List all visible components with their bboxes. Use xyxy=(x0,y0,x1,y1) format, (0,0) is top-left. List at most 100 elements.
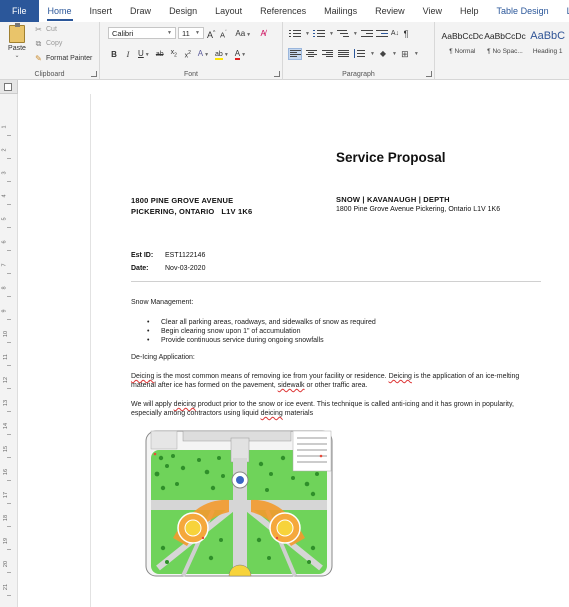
subscript-button[interactable]: x2 xyxy=(170,47,178,61)
list-item: • Clear all parking areas, roadways, and … xyxy=(147,319,376,326)
bold-button[interactable]: B xyxy=(110,49,118,61)
shading-icon[interactable]: ◆ xyxy=(379,48,387,60)
decrease-indent-icon[interactable] xyxy=(360,29,373,39)
italic-button[interactable]: I xyxy=(124,49,132,61)
est-id-value: EST1122146 xyxy=(165,252,206,259)
ruler-number: 6 xyxy=(1,240,8,244)
tab-help[interactable]: Help xyxy=(451,0,488,22)
tab-design[interactable]: Design xyxy=(160,0,206,22)
font-color-button[interactable]: A▼ xyxy=(234,48,246,61)
tab-layout[interactable]: Layout xyxy=(558,0,569,22)
ruler-tick xyxy=(7,250,11,251)
pilcrow-icon[interactable]: ¶ xyxy=(402,28,410,40)
style-sample: AaBbCcDc xyxy=(441,31,484,41)
clear-formatting-icon[interactable]: A̸ xyxy=(259,28,267,40)
font-name-dropdown[interactable]: Calibri ▼ xyxy=(108,27,176,39)
tab-insert[interactable]: Insert xyxy=(81,0,122,22)
underline-button[interactable]: U▼ xyxy=(138,48,150,61)
tab-view[interactable]: View xyxy=(414,0,451,22)
align-center-icon[interactable] xyxy=(305,49,317,59)
tab-mailings[interactable]: Mailings xyxy=(315,0,366,22)
text-effects-button[interactable]: A▼ xyxy=(198,48,209,61)
ruler-number: 12 xyxy=(3,376,10,384)
chevron-down-icon[interactable]: ▼ xyxy=(329,31,334,37)
chevron-down-icon[interactable]: ⌄ xyxy=(4,52,30,59)
client-address: 1800 PINE GROVE AVENUE PICKERING, ONTARI… xyxy=(131,195,252,217)
align-right-icon[interactable] xyxy=(321,49,333,59)
highlight-button[interactable]: ab▼ xyxy=(215,49,229,61)
tab-layout[interactable]: Layout xyxy=(206,0,251,22)
snow-heading: Snow Management: xyxy=(131,299,194,306)
shrink-font-button[interactable]: Aˇ xyxy=(219,27,227,42)
format-painter-button[interactable]: ✎ Format Painter xyxy=(34,53,92,64)
multilevel-list-icon[interactable] xyxy=(336,29,349,39)
tab-selector-icon[interactable] xyxy=(4,83,12,91)
increase-indent-icon[interactable] xyxy=(375,29,388,39)
chevron-down-icon[interactable]: ▼ xyxy=(305,31,310,37)
client-address-line2: PICKERING, ONTARIO L1V 1K6 xyxy=(131,207,253,216)
style-name: ¶ No Spac... xyxy=(487,48,523,55)
clipboard-icon xyxy=(9,23,25,43)
ruler-tick xyxy=(7,227,11,228)
ruler-corner[interactable] xyxy=(0,80,18,94)
tab-draw[interactable]: Draw xyxy=(121,0,160,22)
tab-references[interactable]: References xyxy=(251,0,315,22)
align-left-icon[interactable] xyxy=(288,48,302,60)
ruler-tick xyxy=(7,549,11,550)
ruler-number: 2 xyxy=(1,148,8,152)
brush-icon: ✎ xyxy=(35,54,42,63)
ruler-tick xyxy=(7,434,11,435)
paragraph-launcher-icon[interactable] xyxy=(426,71,432,77)
ruler-tick xyxy=(7,273,11,274)
ruler-tick xyxy=(7,388,11,389)
ruler-number: 1 xyxy=(1,125,8,129)
grow-font-button[interactable]: A^ xyxy=(207,27,215,41)
style-name: ¶ Normal xyxy=(449,48,476,55)
chevron-down-icon[interactable]: ▼ xyxy=(370,51,375,57)
company-block: SNOW | KAVANAUGH | DEPTH 1800 Pine Grove… xyxy=(336,195,500,215)
clipboard-group-label: Clipboard xyxy=(34,71,65,78)
tab-home[interactable]: Home xyxy=(39,0,81,22)
tab-file[interactable]: File xyxy=(0,0,39,22)
copy-button[interactable]: ⧉ Copy xyxy=(34,38,63,49)
ribbon: Paste ⌄ ✂ Cut ⧉ Copy ✎ Format Painter Cl… xyxy=(0,22,569,80)
chevron-down-icon[interactable]: ▼ xyxy=(392,51,397,57)
font-name-value: Calibri xyxy=(112,28,134,38)
style-item[interactable]: AaBbCcDc ¶ No Spac... xyxy=(484,25,527,67)
bullets-icon[interactable] xyxy=(289,29,301,39)
paragraph-row-1: ▼ ▼ ▼ A↓ ¶ xyxy=(289,28,410,40)
ruler-number: 15 xyxy=(3,445,10,453)
list-item: • Provide continuous service during ongoi… xyxy=(147,337,324,344)
cut-button[interactable]: ✂ Cut xyxy=(34,24,57,35)
company-address: 1800 Pine Grove Avenue Pickering, Ontari… xyxy=(336,206,501,213)
numbering-icon[interactable] xyxy=(312,29,325,39)
ruler-tick xyxy=(7,503,11,504)
ruler-tick xyxy=(7,411,11,412)
tab-table-design[interactable]: Table Design xyxy=(488,0,558,22)
sort-icon[interactable]: A↓ xyxy=(391,28,399,40)
style-sample: AaBbC xyxy=(530,30,566,42)
vertical-ruler[interactable]: 12345678910111213141516171819202122 xyxy=(0,94,18,607)
line-spacing-icon[interactable] xyxy=(353,49,365,59)
borders-icon[interactable]: ⊞ xyxy=(401,48,409,60)
style-item[interactable]: AaBbCcDc ¶ Normal xyxy=(441,25,484,67)
chevron-down-icon[interactable]: ▼ xyxy=(414,51,419,57)
font-launcher-icon[interactable] xyxy=(274,71,280,77)
style-item[interactable]: AaBbC Heading 1 xyxy=(526,25,569,67)
chevron-down-icon[interactable]: ▼ xyxy=(353,31,358,37)
ruler-number: 17 xyxy=(3,491,10,499)
strikethrough-button[interactable]: ab xyxy=(156,49,164,61)
ruler-number: 10 xyxy=(3,330,10,338)
site-plan-map-image[interactable] xyxy=(143,428,335,578)
superscript-button[interactable]: x2 xyxy=(184,47,192,62)
deicing-paragraph-2: We will apply deicing product prior to t… xyxy=(131,401,514,417)
ruler-number: 21 xyxy=(3,583,10,591)
paste-button[interactable]: Paste ⌄ xyxy=(4,23,30,65)
tab-review[interactable]: Review xyxy=(366,0,414,22)
clipboard-launcher-icon[interactable] xyxy=(91,71,97,77)
styles-gallery: AaBbCcDc ¶ Normal AaBbCcDc ¶ No Spac... AaBb… xyxy=(441,25,569,67)
justify-icon[interactable] xyxy=(337,49,349,59)
change-case-button[interactable]: Aa▼ xyxy=(235,28,251,41)
font-size-dropdown[interactable]: 11 ▼ xyxy=(178,27,204,39)
clipboard-group: Paste ⌄ ✂ Cut ⧉ Copy ✎ Format Painter Cl… xyxy=(0,22,100,80)
